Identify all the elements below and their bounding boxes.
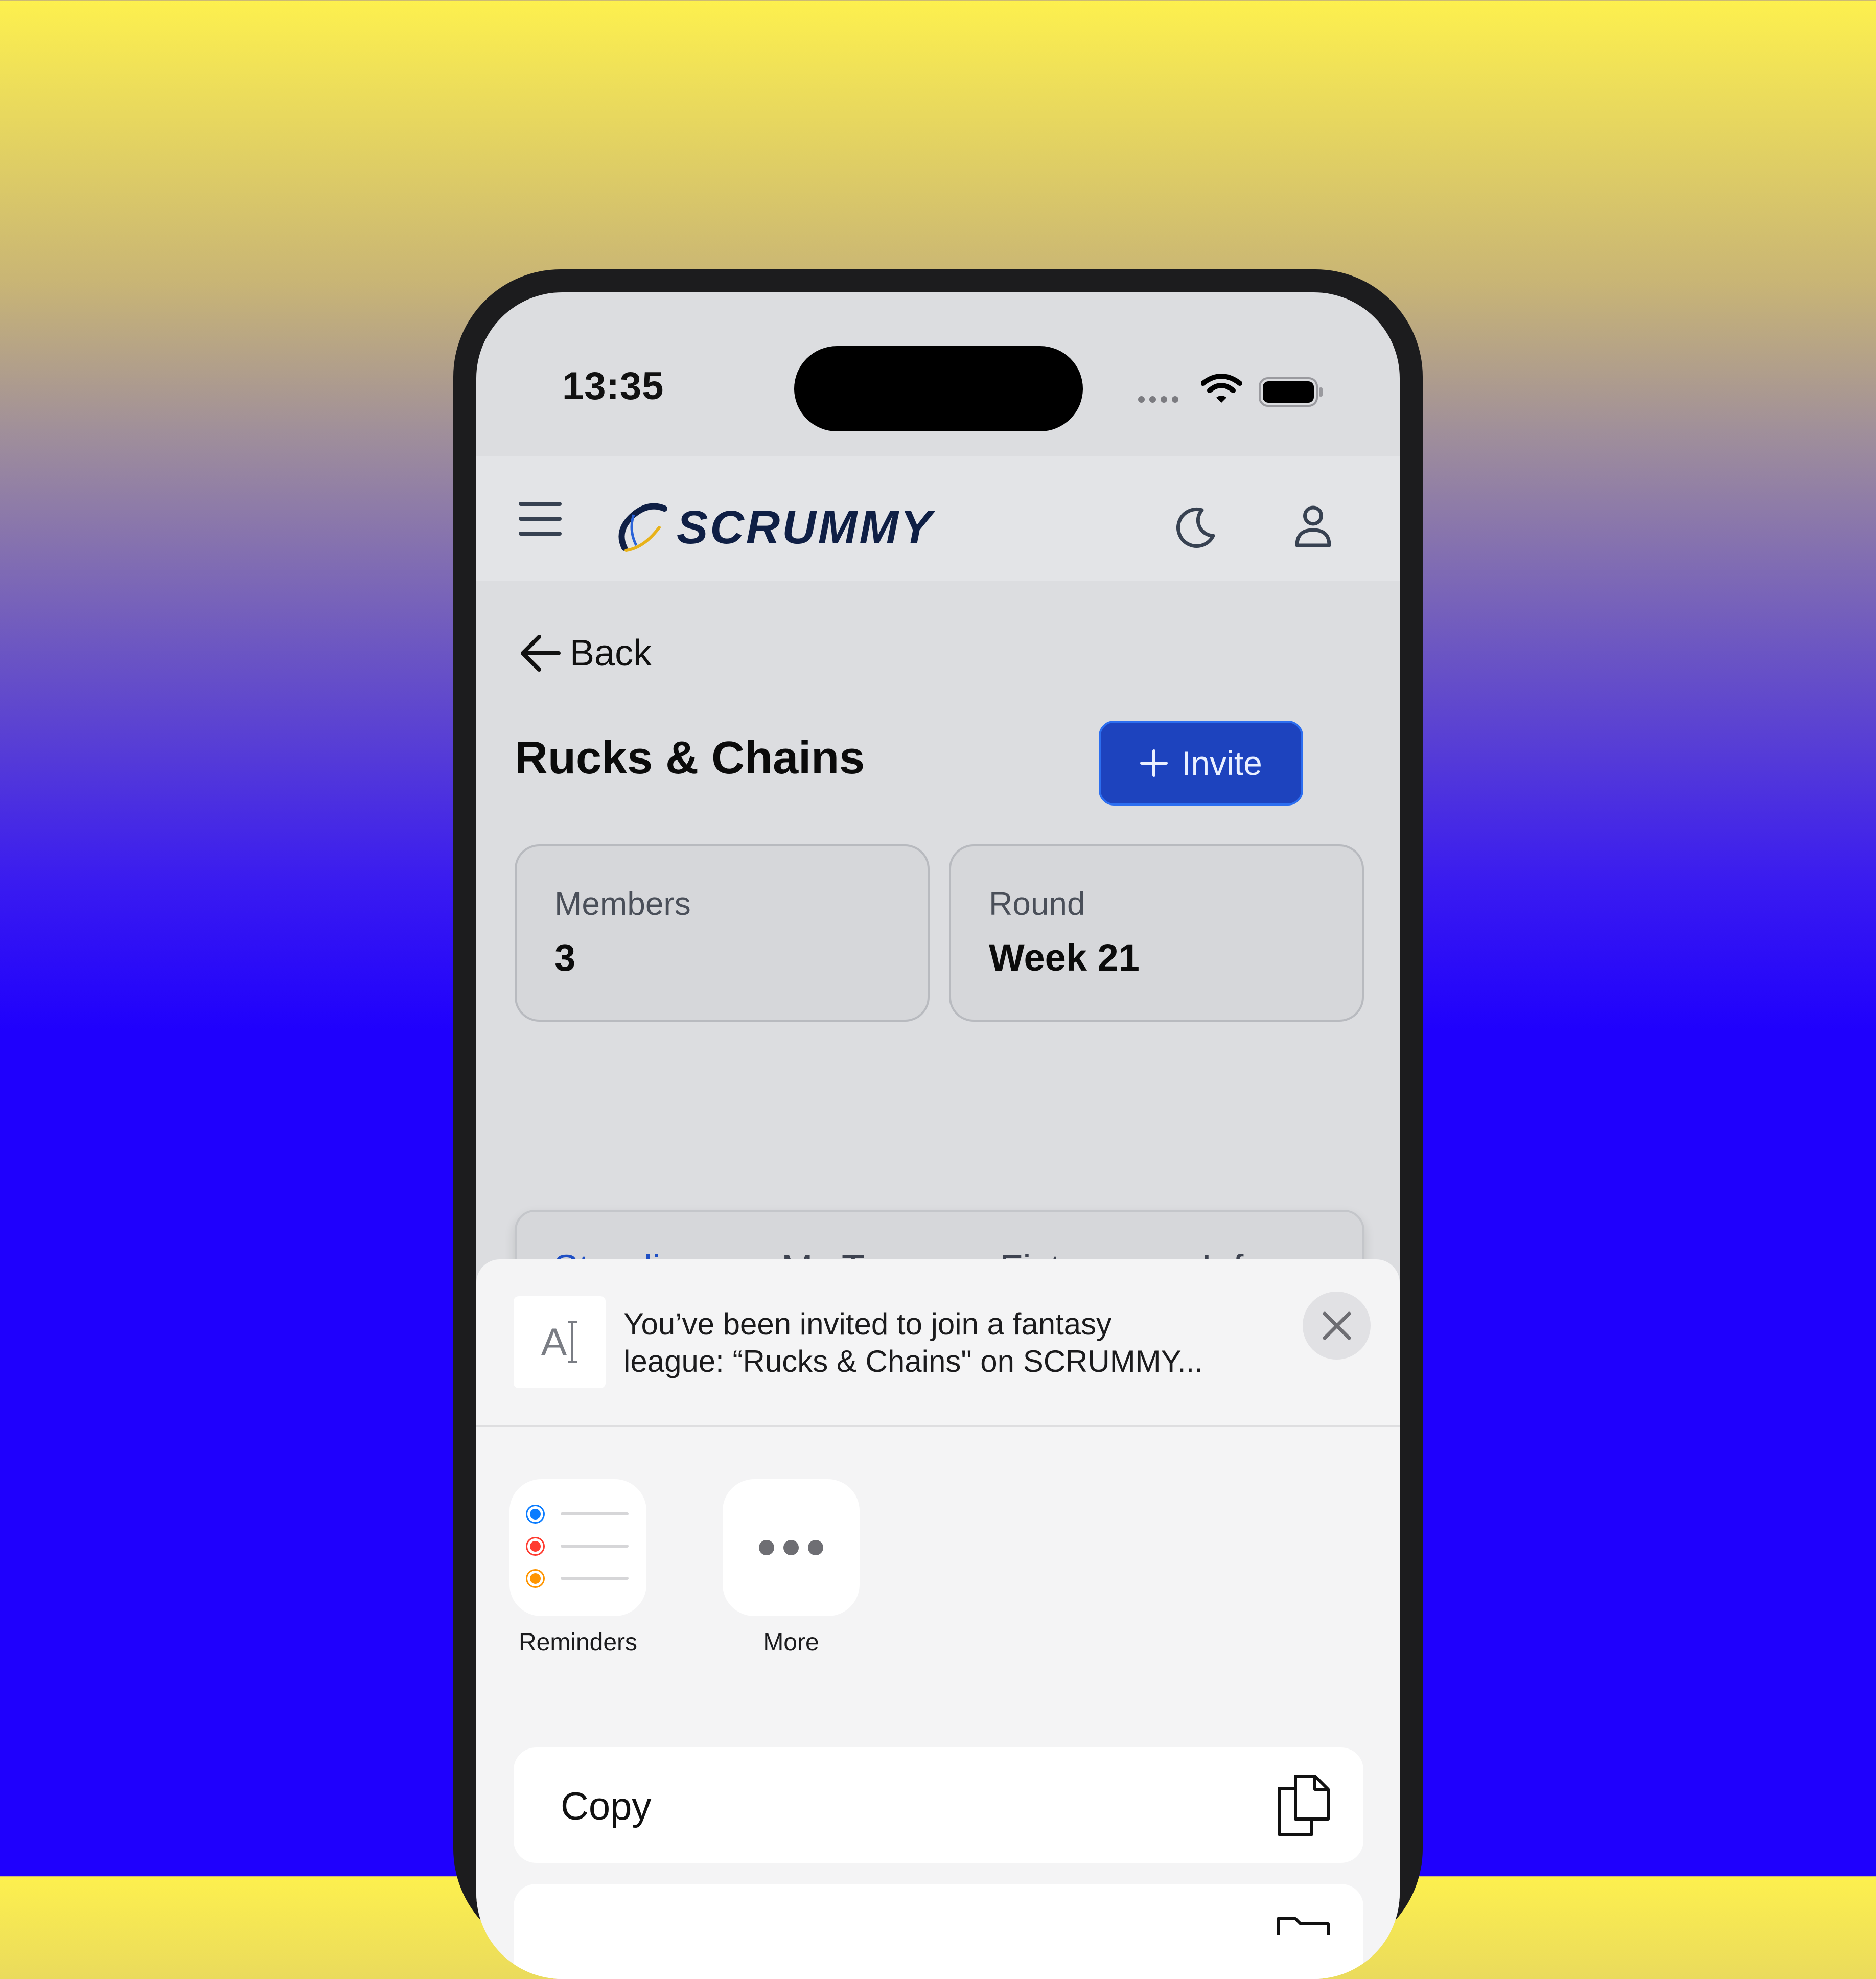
text-format-icon: A: [514, 1296, 606, 1388]
phone-screen: 13:35 SCRUMMY Back Rucks & Chains Invite…: [476, 292, 1400, 1979]
more-label: More: [763, 1629, 819, 1656]
members-value: 3: [554, 936, 576, 979]
app-header: SCRUMMY: [476, 456, 1400, 581]
share-message: You’ve been invited to join a fantasy le…: [623, 1305, 1221, 1380]
cellular-signal-icon: [1138, 396, 1178, 403]
members-card: Members 3: [515, 844, 930, 1022]
dynamic-island: [794, 346, 1083, 431]
arrow-left-icon: [521, 635, 561, 672]
share-message-line1: You’ve been invited to join a fantasy: [623, 1307, 1112, 1341]
phone-frame: 13:35 SCRUMMY Back Rucks & Chains Invite…: [453, 269, 1423, 1979]
back-button[interactable]: Back: [520, 632, 652, 674]
invite-label: Invite: [1182, 744, 1262, 782]
copy-icon: [1278, 1775, 1330, 1836]
share-app-more[interactable]: More: [723, 1479, 860, 1656]
next-action[interactable]: [514, 1884, 1363, 1979]
share-sheet: A You’ve been invited to join a fantasy …: [476, 1259, 1400, 1979]
league-title: Rucks & Chains: [515, 732, 865, 784]
status-time: 13:35: [562, 364, 664, 408]
folder-icon: [1277, 1917, 1330, 1935]
copy-label: Copy: [561, 1785, 652, 1828]
share-message-line2: league: “Rucks & Chains" on SCRUMMY...: [623, 1344, 1203, 1378]
round-card: Round Week 21: [949, 844, 1364, 1022]
preview-glyph: A: [541, 1320, 567, 1364]
reminders-label: Reminders: [518, 1629, 638, 1656]
share-app-reminders[interactable]: Reminders: [509, 1479, 646, 1656]
app-logo[interactable]: SCRUMMY: [613, 499, 934, 556]
plus-icon: [1140, 749, 1168, 777]
battery-icon: [1259, 377, 1323, 407]
text-cursor-icon: [568, 1321, 577, 1363]
round-value: Week 21: [989, 936, 1140, 979]
menu-icon[interactable]: [519, 502, 562, 536]
members-label: Members: [554, 885, 691, 922]
dark-mode-icon[interactable]: [1174, 506, 1217, 549]
logo-text: SCRUMMY: [677, 501, 934, 554]
close-icon: [1323, 1311, 1351, 1340]
round-label: Round: [989, 885, 1085, 922]
close-share-button[interactable]: [1303, 1292, 1371, 1360]
more-icon: [723, 1479, 860, 1616]
copy-action[interactable]: Copy: [514, 1747, 1363, 1863]
invite-button[interactable]: Invite: [1099, 721, 1303, 806]
reminders-icon: [509, 1479, 646, 1616]
share-sheet-header: A You’ve been invited to join a fantasy …: [476, 1259, 1400, 1427]
wifi-icon: [1201, 374, 1242, 403]
user-profile-icon[interactable]: [1294, 504, 1332, 548]
rugby-ball-icon: [618, 503, 667, 552]
back-label: Back: [570, 633, 652, 674]
